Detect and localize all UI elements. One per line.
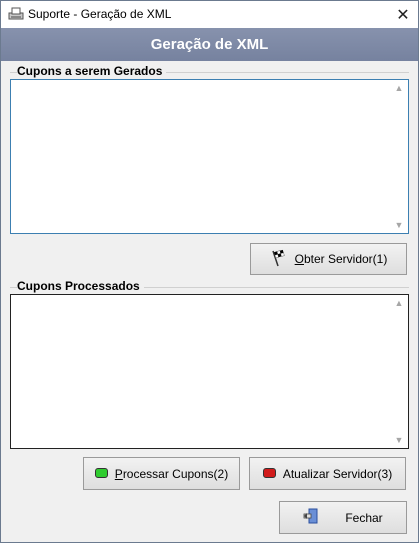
group-label-processed: Cupons Processados [17,279,144,293]
vertical-scrollbar[interactable]: ▲ ▼ [391,81,407,232]
green-led-icon [94,467,108,481]
obter-servidor-label: Obter Servidor(1) [294,252,388,266]
processar-cupons-button[interactable]: Processar Cupons(2) [83,457,240,490]
page-title: Geração de XML [150,36,269,53]
checkered-flag-icon [270,249,288,270]
processed-textarea[interactable]: ▲ ▼ [10,294,409,449]
exit-door-icon [303,508,321,527]
obter-servidor-button[interactable]: Obter Servidor(1) [250,243,407,275]
title-bar: Suporte - Geração de XML ✕ [1,1,418,28]
printer-icon [8,7,24,21]
atualizar-servidor-button[interactable]: Atualizar Servidor(3) [249,457,406,490]
vertical-scrollbar[interactable]: ▲ ▼ [391,296,407,447]
fechar-button[interactable]: Fechar [279,501,407,534]
window-title: Suporte - Geração de XML [28,7,172,21]
window: Suporte - Geração de XML ✕ Geração de XM… [0,0,419,543]
group-label-to-generate: Cupons a serem Gerados [17,64,167,78]
scroll-down-icon[interactable]: ▼ [391,218,407,232]
close-button[interactable]: ✕ [388,1,418,28]
fechar-label: Fechar [345,510,383,525]
processar-cupons-label: Processar Cupons(2) [114,466,229,481]
close-icon: ✕ [396,6,410,24]
scroll-up-icon[interactable]: ▲ [391,296,407,310]
page-header: Geração de XML [1,28,418,61]
scroll-down-icon[interactable]: ▼ [391,433,407,447]
scroll-up-icon[interactable]: ▲ [391,81,407,95]
to-generate-textarea[interactable]: ▲ ▼ [10,79,409,234]
red-led-icon [262,467,276,481]
atualizar-servidor-label: Atualizar Servidor(3) [282,466,393,481]
